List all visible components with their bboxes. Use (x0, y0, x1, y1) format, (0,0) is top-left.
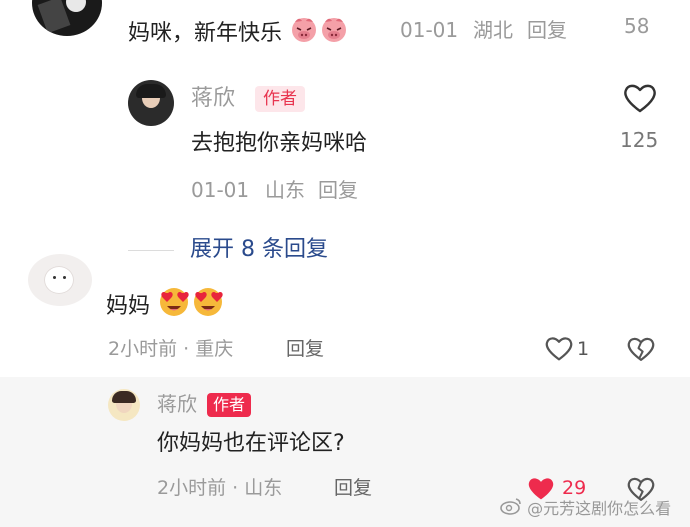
watermark-text: @元芳这剧你怎么看 (527, 499, 672, 518)
author-reply-reply-button[interactable]: 回复 (318, 175, 358, 205)
comment2-like-count[interactable]: 1 (577, 334, 589, 364)
author-reply2-text: 你妈妈也在评论区? (157, 431, 345, 456)
comment2-location: 重庆 (195, 338, 234, 360)
meta-dot-separator: · (232, 477, 245, 499)
author-reply2-reply-button[interactable]: 回复 (334, 473, 372, 503)
author-username[interactable]: 蒋欣 (157, 390, 197, 418)
top-comment-reply-button[interactable]: 回复 (527, 14, 567, 46)
comment2-text: 妈妈 (106, 294, 151, 319)
comment2-text-row: 妈妈 (106, 284, 225, 330)
pig-face-emoji-icon (319, 14, 349, 54)
author-avatar[interactable] (108, 389, 140, 421)
top-comment-text: 妈咪，新年快乐 (128, 21, 283, 46)
meta-dot-separator: · (183, 338, 196, 360)
smiling-face-heart-eyes-icon (157, 284, 191, 330)
broken-heart-icon[interactable] (626, 335, 656, 363)
top-comment-text-row: 妈咪，新年快乐 (128, 14, 349, 46)
top-comment-like-count[interactable]: 58 (624, 10, 649, 42)
top-comment-date: 01-01 (400, 18, 459, 42)
comment2-avatar[interactable] (28, 254, 92, 306)
comment2-reply-button[interactable]: 回复 (286, 334, 324, 364)
author-reply2-meta: 2小时前 · 山东 (157, 473, 282, 503)
author-reply-like-count[interactable]: 125 (620, 125, 658, 155)
author-reply-location: 山东 (265, 178, 305, 202)
top-comment-avatar[interactable] (32, 0, 102, 36)
comment2-time: 2小时前 (108, 338, 178, 360)
heart-outline-icon[interactable] (544, 335, 574, 362)
smiling-face-heart-eyes-icon (191, 284, 225, 330)
expand-replies-link[interactable]: 展开 8 条回复 (190, 234, 328, 266)
expand-divider-line (128, 250, 174, 251)
watermark: @元芳这剧你怎么看 (500, 497, 671, 522)
author-reply-text: 去抱抱你亲妈咪哈 (191, 131, 368, 156)
author-tag: 作者 (207, 393, 252, 417)
pig-face-emoji-icon (289, 14, 319, 54)
top-comment-location: 湖北 (473, 18, 513, 42)
author-username[interactable]: 蒋欣 (191, 84, 235, 114)
author-avatar[interactable] (128, 80, 174, 126)
weibo-logo-icon (500, 497, 522, 522)
comment2-meta: 2小时前 · 重庆 (108, 334, 233, 364)
author-tag: 作者 (255, 86, 305, 112)
author-reply2-location: 山东 (244, 477, 283, 499)
author-reply2-time: 2小时前 (157, 477, 227, 499)
author-reply-date: 01-01 (191, 178, 250, 202)
heart-outline-icon[interactable] (622, 82, 658, 114)
